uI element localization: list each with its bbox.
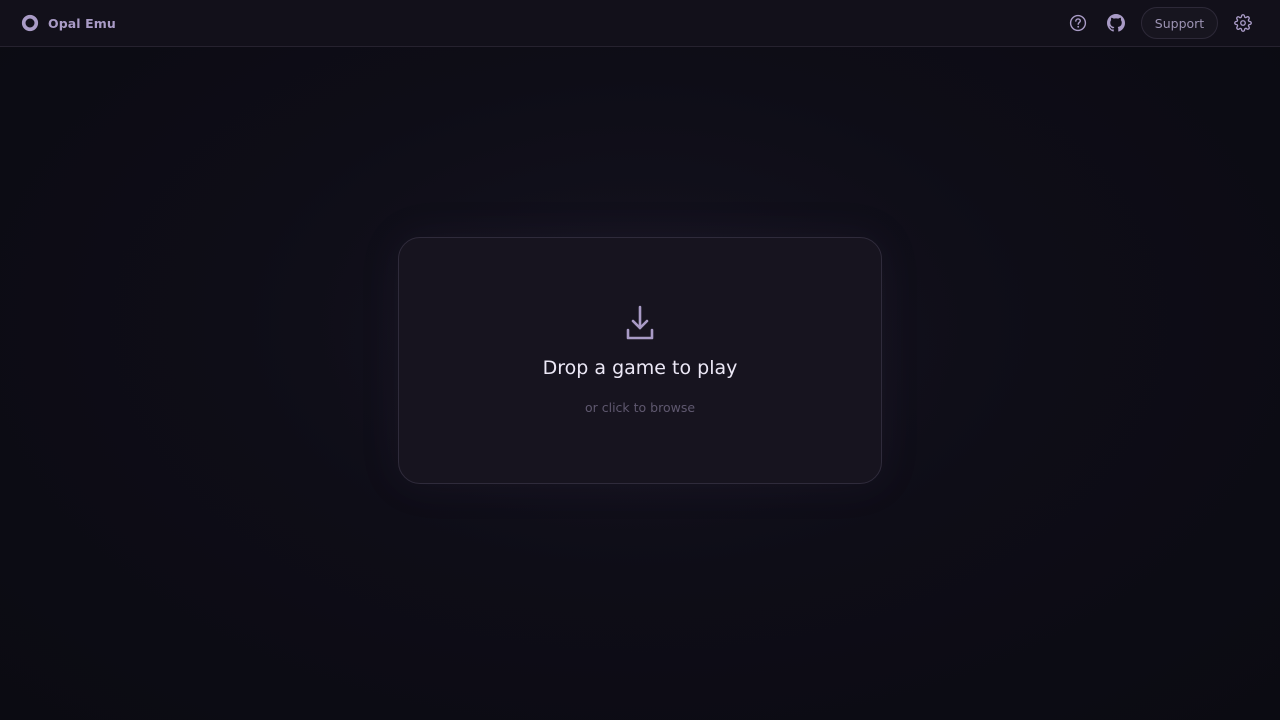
opal-logo-icon xyxy=(21,14,39,32)
help-circle-icon xyxy=(1069,14,1087,32)
dropzone-title: Drop a game to play xyxy=(542,357,738,379)
game-dropzone[interactable]: Drop a game to play or click to browse xyxy=(398,237,882,484)
support-button[interactable]: Support xyxy=(1141,7,1218,39)
download-icon xyxy=(626,305,654,340)
gear-icon xyxy=(1234,14,1252,32)
app-name: Opal Emu xyxy=(48,15,116,31)
brand[interactable]: Opal Emu xyxy=(21,14,116,32)
settings-button[interactable] xyxy=(1233,13,1253,33)
help-button[interactable] xyxy=(1068,13,1088,33)
top-bar: Opal Emu Support xyxy=(0,0,1280,47)
github-icon xyxy=(1107,14,1125,32)
github-button[interactable] xyxy=(1106,13,1126,33)
dropzone-subtitle[interactable]: or click to browse xyxy=(399,400,881,415)
